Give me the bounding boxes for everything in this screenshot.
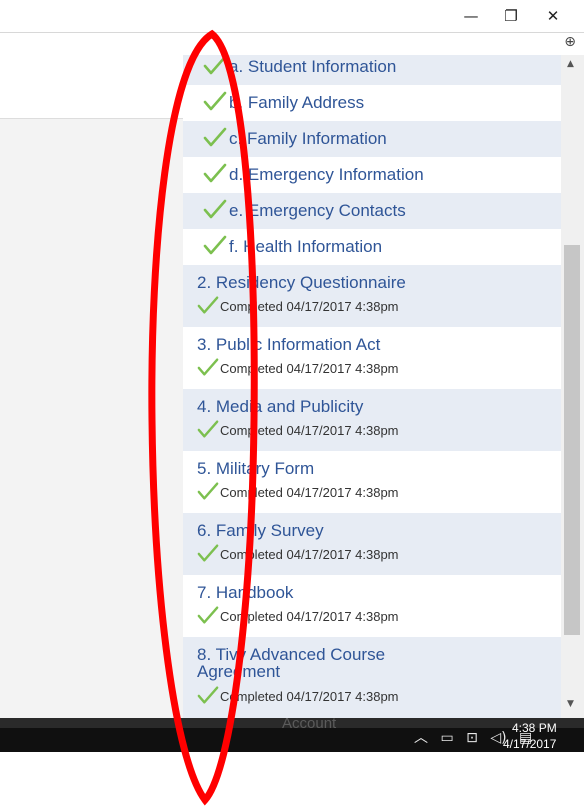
red-annotation-ellipse [148, 29, 258, 806]
